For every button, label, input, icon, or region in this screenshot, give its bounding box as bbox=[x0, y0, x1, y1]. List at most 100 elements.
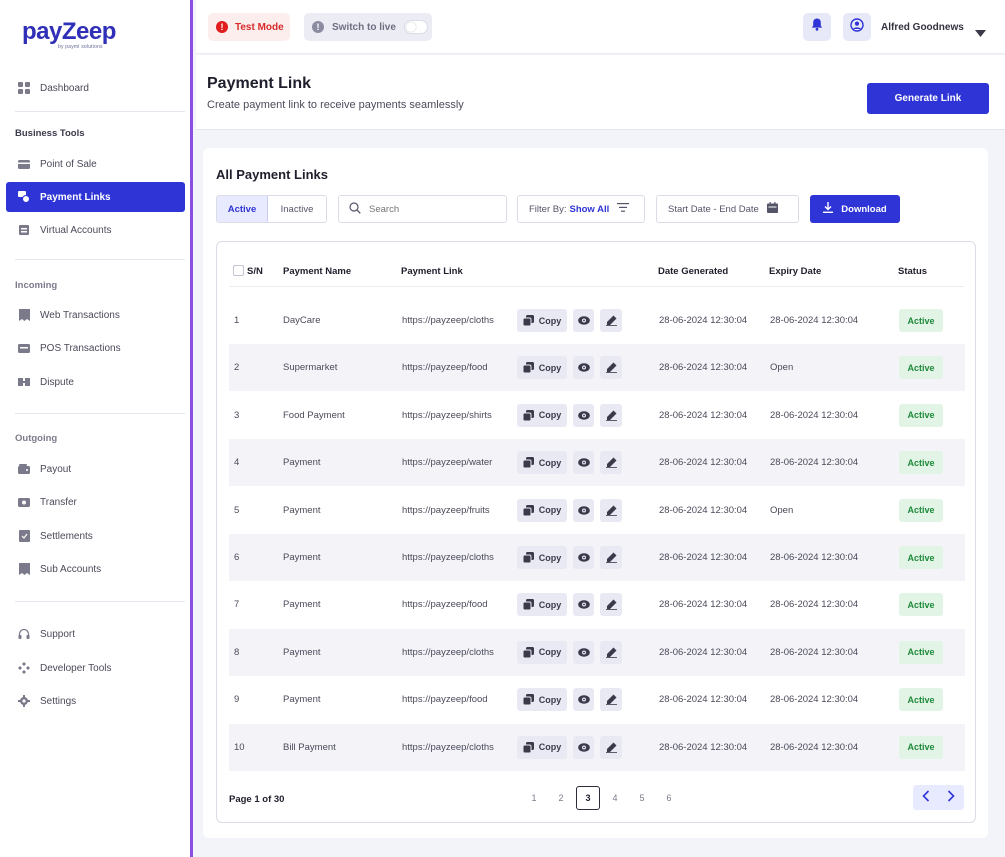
view-button[interactable] bbox=[573, 356, 594, 380]
sidebar-item-transfer[interactable]: Transfer bbox=[6, 487, 185, 517]
view-button[interactable] bbox=[573, 403, 594, 427]
chevron-right-icon[interactable] bbox=[947, 789, 955, 807]
cell-payment-link[interactable]: https://payzeep/food bbox=[402, 676, 488, 723]
status-badge: Active bbox=[899, 688, 943, 712]
sidebar-item-point-of-sale[interactable]: Point of Sale bbox=[6, 149, 185, 179]
edit-button[interactable] bbox=[600, 356, 622, 380]
status-badge: Active bbox=[899, 498, 943, 522]
copy-link-button[interactable]: Copy bbox=[517, 735, 567, 759]
status-badge: Active bbox=[899, 735, 943, 759]
table-row[interactable]: 5 Payment https://payzeep/fruits Copy 28-06-… bbox=[229, 487, 965, 534]
user-name[interactable]: Alfred Goodnews bbox=[881, 22, 964, 33]
view-button[interactable] bbox=[573, 451, 594, 475]
edit-button[interactable] bbox=[600, 451, 622, 475]
edit-button[interactable] bbox=[600, 309, 622, 332]
table-row[interactable]: 4 Payment https://payzeep/water Copy 28-06-2… bbox=[229, 439, 965, 487]
copy-link-button[interactable]: Copy bbox=[517, 640, 567, 664]
sidebar-item-label: Dispute bbox=[40, 376, 74, 388]
edit-button[interactable] bbox=[600, 688, 622, 712]
view-button[interactable] bbox=[573, 640, 594, 664]
view-button[interactable] bbox=[573, 546, 594, 569]
cell-payment-link[interactable]: https://payzeep/cloths bbox=[402, 629, 494, 676]
generate-link-button[interactable]: Generate Link bbox=[867, 83, 989, 114]
sidebar-item-pos-transactions[interactable]: POS Transactions bbox=[6, 333, 185, 363]
sidebar-item-payment-links[interactable]: Payment Links bbox=[6, 182, 185, 212]
view-button[interactable] bbox=[573, 309, 594, 332]
edit-button[interactable] bbox=[600, 546, 622, 569]
table-row[interactable]: 2 Supermarket https://payzeep/food Copy 28-0… bbox=[229, 344, 965, 392]
view-button[interactable] bbox=[573, 735, 594, 759]
table-row[interactable]: 1 DayCare https://payzeep/cloths Copy 28-06-… bbox=[229, 297, 965, 344]
cell-payment-link[interactable]: https://payzeep/fruits bbox=[402, 487, 490, 534]
search-input[interactable] bbox=[369, 203, 499, 215]
edit-button[interactable] bbox=[600, 593, 622, 617]
table-row[interactable]: 7 Payment https://payzeep/food Copy 28-06-20… bbox=[229, 581, 965, 628]
pen-icon bbox=[605, 410, 617, 421]
select-all-checkbox[interactable] bbox=[233, 265, 244, 279]
chevron-down-icon[interactable] bbox=[975, 24, 986, 42]
view-button[interactable] bbox=[573, 688, 594, 712]
sidebar-item-web-transactions[interactable]: Web Transactions bbox=[6, 300, 185, 330]
sidebar-item-label: POS Transactions bbox=[40, 342, 121, 354]
copy-link-button[interactable]: Copy bbox=[517, 403, 567, 427]
copy-label: Copy bbox=[538, 552, 562, 563]
sidebar-item-sub-accounts[interactable]: Sub Accounts bbox=[6, 554, 185, 584]
profile-button[interactable] bbox=[843, 13, 871, 41]
page-number[interactable]: 2 bbox=[549, 786, 573, 810]
cell-payment-link[interactable]: https://payzeep/cloths bbox=[402, 534, 494, 581]
edit-button[interactable] bbox=[600, 640, 622, 664]
copy-link-button[interactable]: Copy bbox=[517, 546, 567, 569]
page-number[interactable]: 5 bbox=[630, 786, 654, 810]
table-row[interactable]: 8 Payment https://payzeep/cloths Copy 28-06-… bbox=[229, 628, 965, 676]
notification-button[interactable] bbox=[803, 13, 831, 41]
cell-payment-link[interactable]: https://payzeep/cloths bbox=[402, 724, 494, 771]
page-number[interactable]: 1 bbox=[522, 786, 546, 810]
edit-button[interactable] bbox=[600, 498, 622, 522]
tab-inactive[interactable]: Inactive bbox=[268, 196, 326, 222]
sidebar-item-dashboard[interactable]: Dashboard bbox=[6, 73, 185, 103]
sidebar-item-support[interactable]: Support bbox=[6, 619, 185, 649]
sidebar-item-developer-tools[interactable]: Developer Tools bbox=[6, 653, 185, 683]
table-row[interactable]: 9 Payment https://payzeep/food Copy 28-06-20… bbox=[229, 676, 965, 723]
chevron-left-icon[interactable] bbox=[922, 789, 930, 807]
pen-icon bbox=[605, 362, 617, 374]
sidebar-item-settings[interactable]: Settings bbox=[6, 686, 185, 716]
copy-label: Copy bbox=[538, 315, 562, 326]
page-number[interactable]: 3 bbox=[576, 786, 600, 810]
view-button[interactable] bbox=[573, 498, 594, 522]
page-number[interactable]: 4 bbox=[603, 786, 627, 810]
page-number[interactable]: 6 bbox=[657, 786, 681, 810]
copy-link-button[interactable]: Copy bbox=[517, 593, 567, 617]
sidebar-item-dispute[interactable]: Dispute bbox=[6, 367, 185, 397]
live-toggle[interactable] bbox=[403, 20, 428, 34]
copy-link-button[interactable]: Copy bbox=[517, 451, 567, 475]
edit-button[interactable] bbox=[600, 403, 622, 427]
tab-active[interactable]: Active bbox=[217, 196, 268, 222]
cell-payment-link[interactable]: https://payzeep/cloths bbox=[402, 297, 494, 344]
sidebar-item-settlements[interactable]: Settlements bbox=[6, 521, 185, 551]
copy-link-button[interactable]: Copy bbox=[517, 498, 567, 522]
cell-payment-link[interactable]: https://payzeep/food bbox=[402, 344, 488, 391]
download-button[interactable]: Download bbox=[810, 195, 900, 223]
brand-logo[interactable]: payZeep by paymi solutions bbox=[22, 18, 122, 52]
cell-payment-link[interactable]: https://payzeep/shirts bbox=[402, 392, 492, 439]
filter-dropdown[interactable]: Filter By: Show All bbox=[517, 195, 645, 223]
table-row[interactable]: 6 Payment https://payzeep/cloths Copy 28-06-… bbox=[229, 534, 965, 581]
table-header: S/N Payment Name Payment Link Date Gener… bbox=[217, 242, 977, 287]
status-badge: Active bbox=[899, 309, 943, 332]
copy-link-button[interactable]: Copy bbox=[517, 309, 567, 332]
sidebar-item-payout[interactable]: Payout bbox=[6, 454, 185, 484]
edit-button[interactable] bbox=[600, 735, 622, 759]
copy-link-button[interactable]: Copy bbox=[517, 688, 567, 712]
page-subtitle: Create payment link to receive payments … bbox=[207, 99, 464, 111]
cell-payment-link[interactable]: https://payzeep/water bbox=[402, 439, 492, 486]
cell-date-generated: 28-06-2024 12:30:04 bbox=[659, 741, 748, 753]
copy-link-button[interactable]: Copy bbox=[517, 356, 567, 380]
sidebar-item-virtual-accounts[interactable]: Virtual Accounts bbox=[6, 215, 185, 245]
date-range-picker[interactable]: Start Date - End Date bbox=[656, 195, 799, 223]
cell-payment-link[interactable]: https://payzeep/food bbox=[402, 581, 488, 628]
table-row[interactable]: 10 Bill Payment https://payzeep/cloths Copy… bbox=[229, 723, 965, 771]
view-button[interactable] bbox=[573, 593, 594, 617]
switch-to-live[interactable]: ! Switch to live bbox=[304, 13, 432, 41]
table-row[interactable]: 3 Food Payment https://payzeep/shirts Copy 2… bbox=[229, 392, 965, 439]
